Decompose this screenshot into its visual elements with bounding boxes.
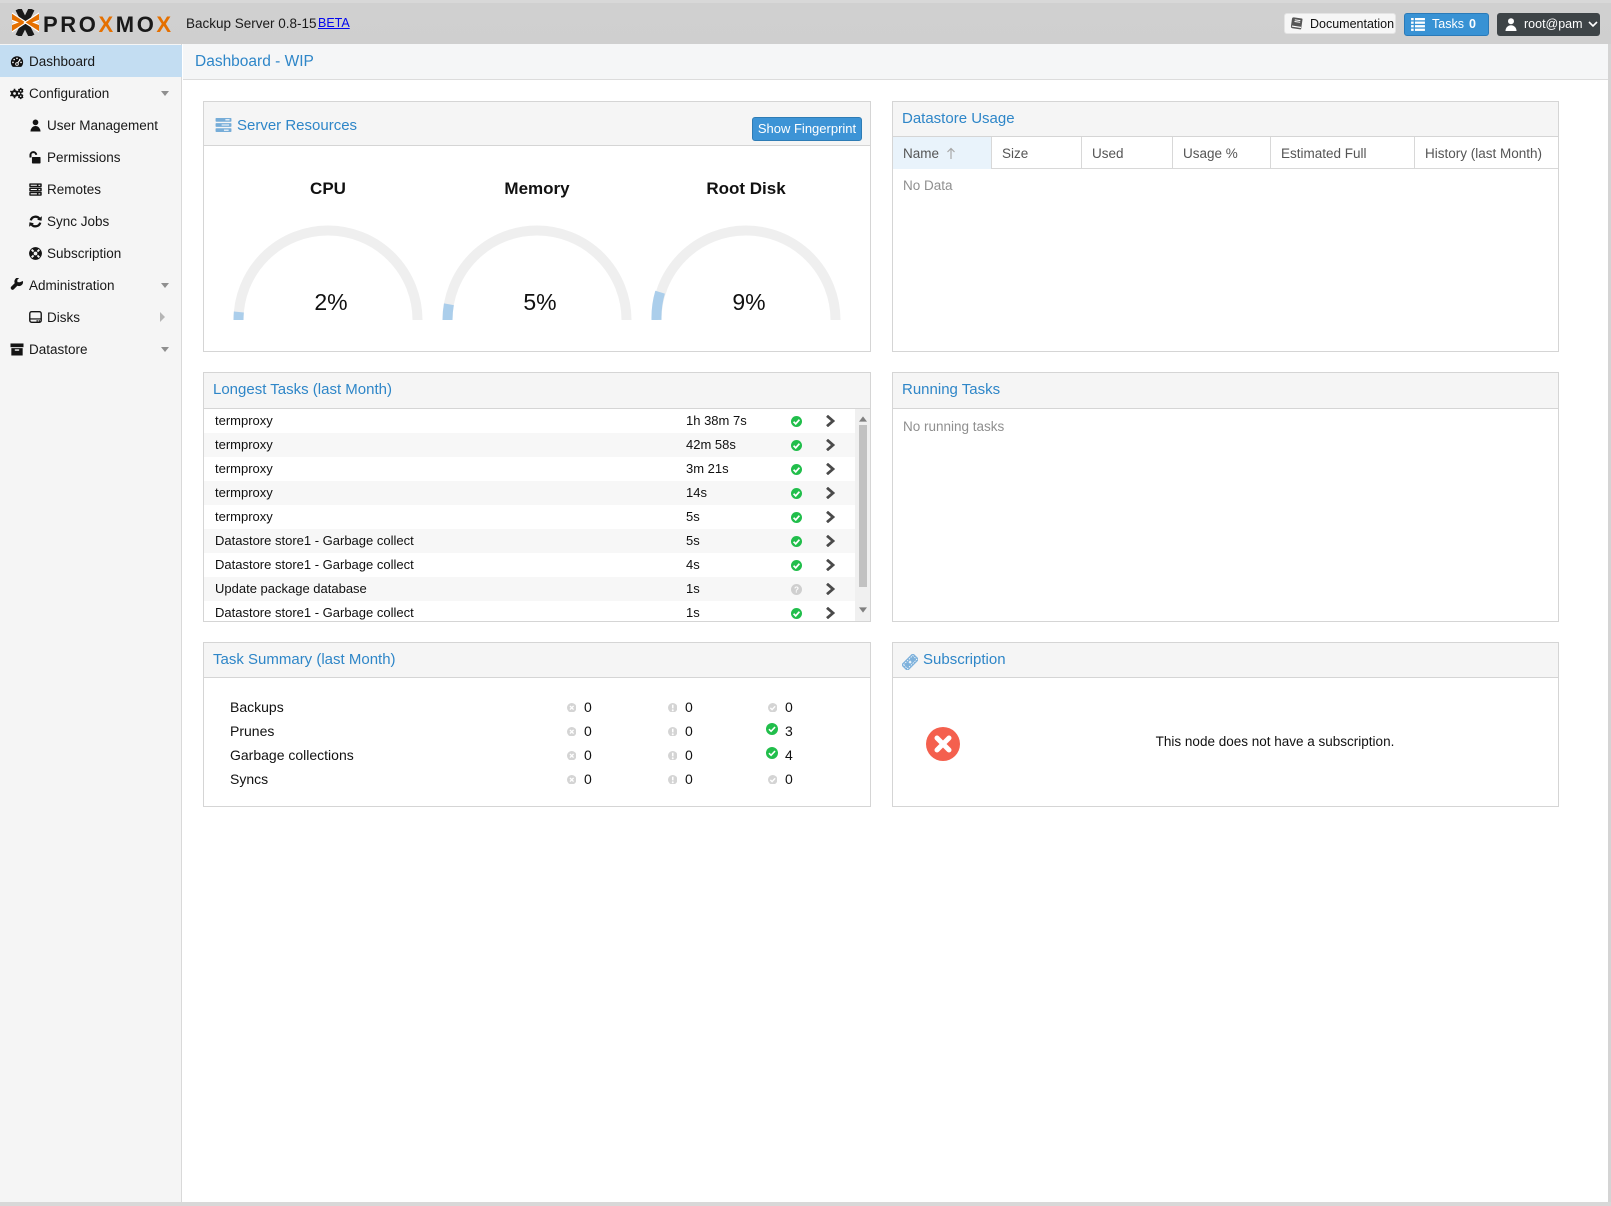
svg-text:?: ? [794, 585, 799, 594]
